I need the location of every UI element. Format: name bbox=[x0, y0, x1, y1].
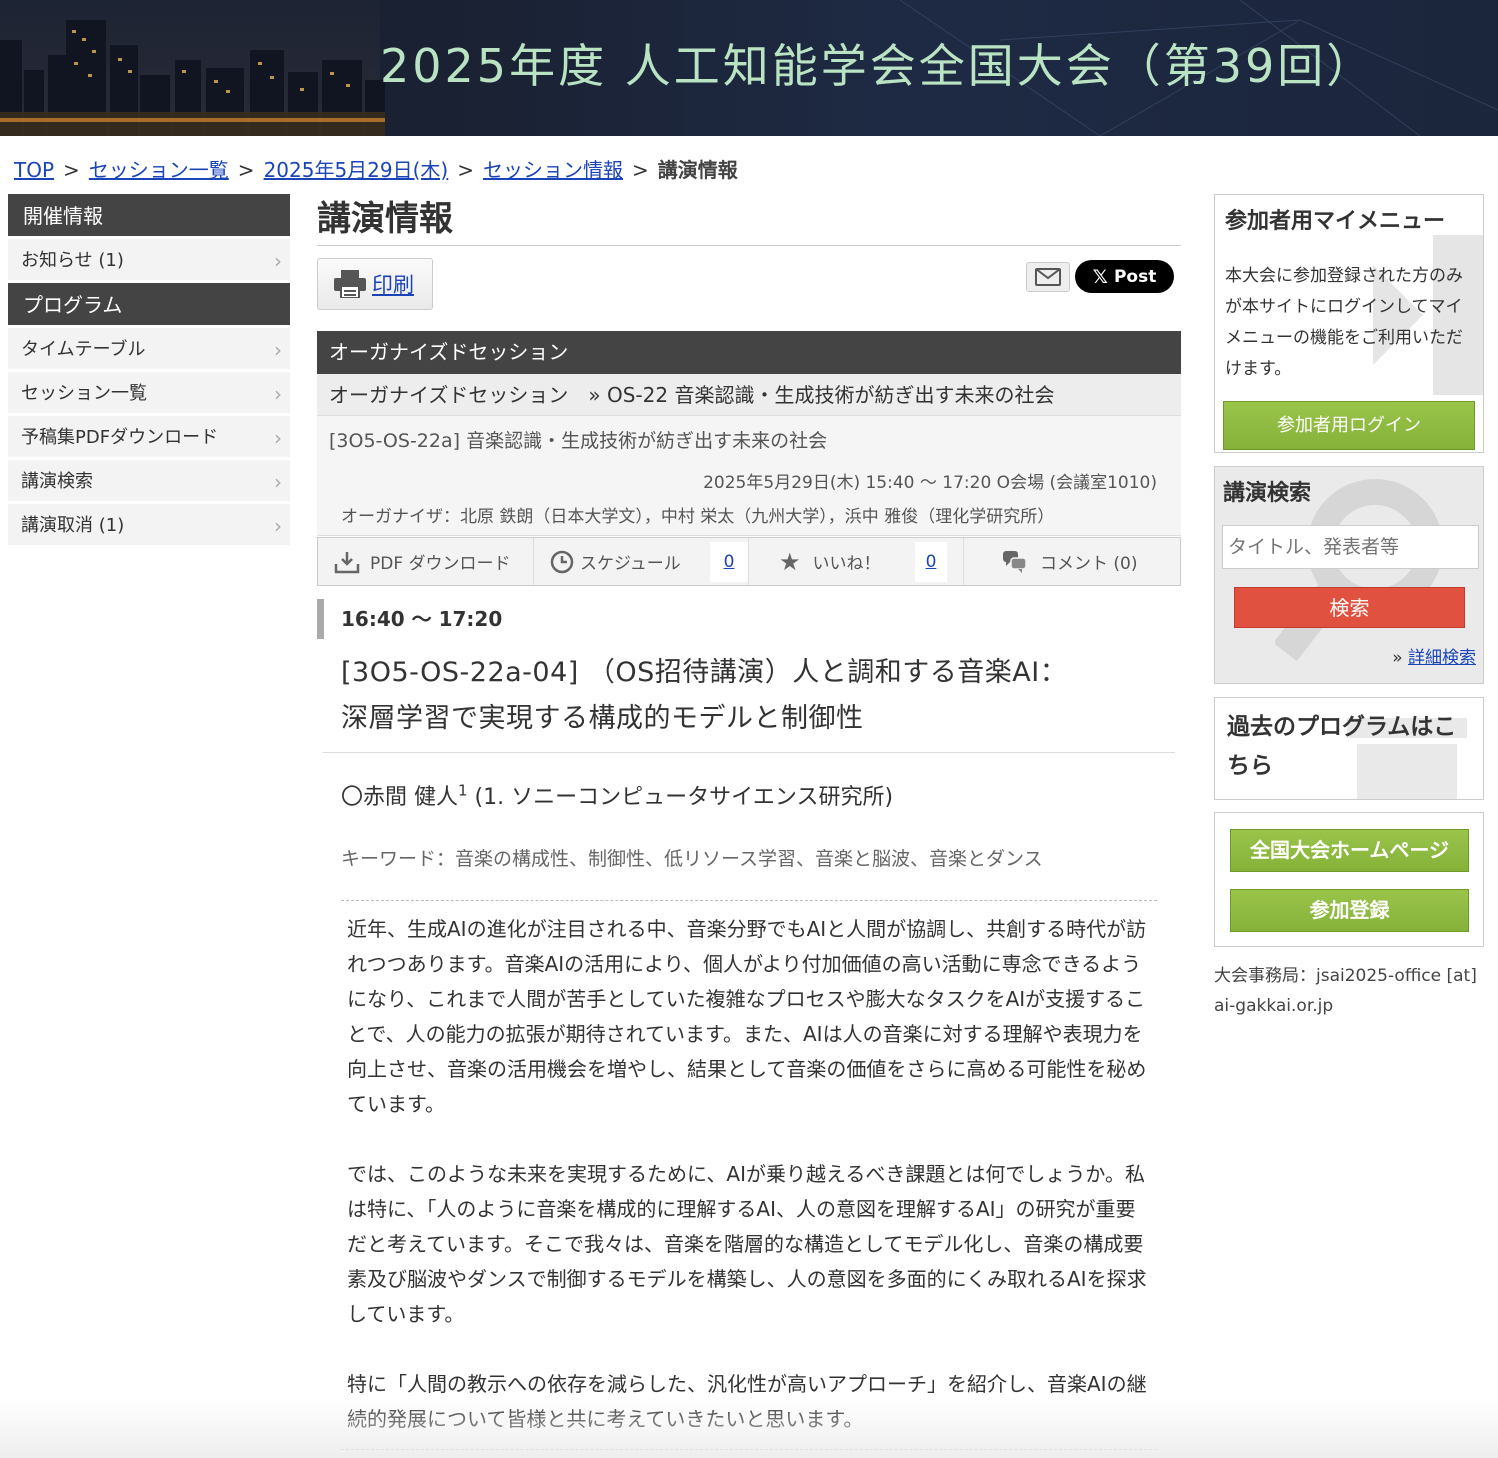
session-datetime: 2025年5月29日(木) 15:40 〜 17:20 O会場 (会議室1010… bbox=[703, 473, 1157, 493]
nav-item-label: セッション一覧 bbox=[21, 383, 147, 404]
like-button[interactable]: ★ いいね！ 0 bbox=[749, 538, 964, 585]
nav-item-label: 講演検索 bbox=[21, 471, 93, 492]
left-sidebar: 開催情報 お知らせ (1) › プログラム タイムテーブル › セッション一覧 › 予… bbox=[8, 194, 290, 548]
breadcrumb-sep: > bbox=[457, 158, 475, 182]
chevron-right-icon: › bbox=[274, 249, 282, 273]
schedule-label: スケジュール bbox=[580, 554, 681, 574]
like-count[interactable]: 0 bbox=[915, 542, 947, 582]
download-icon bbox=[334, 551, 360, 573]
chevron-right-icon: › bbox=[274, 470, 282, 494]
search-button[interactable]: 検索 bbox=[1234, 587, 1465, 628]
presentation-title-line1: [3O5-OS-22a-04] （OS招待講演）人と調和する音楽AI： bbox=[341, 657, 1068, 688]
author-name: 〇赤間 健人 bbox=[341, 785, 458, 810]
abstract-paragraph: 近年、生成AIの進化が注目される中、音楽分野でもAIと人間が協調し、共創する時代… bbox=[347, 917, 1147, 1116]
search-box: 講演検索 検索 » 詳細検索 bbox=[1214, 466, 1484, 684]
nav-item-label: 予稿集PDFダウンロード bbox=[21, 427, 219, 448]
site-banner: 2025年度 人工知能学会全国大会（第39回） bbox=[0, 0, 1498, 136]
pdf-download-button[interactable]: PDF ダウンロード bbox=[318, 538, 534, 585]
nav-item-pdf-download[interactable]: 予稿集PDFダウンロード › bbox=[8, 416, 290, 460]
search-input[interactable] bbox=[1222, 525, 1479, 569]
advanced-search: » 詳細検索 bbox=[1392, 643, 1476, 668]
office-contact: 大会事務局：jsai2025-office [at] ai-gakkai.or.… bbox=[1214, 966, 1477, 1016]
breadcrumb-session-list[interactable]: セッション一覧 bbox=[89, 158, 229, 182]
page-title: 講演情報 bbox=[317, 194, 1181, 246]
breadcrumb-session-info[interactable]: セッション情報 bbox=[483, 158, 623, 182]
nav-item-news[interactable]: お知らせ (1) › bbox=[8, 239, 290, 283]
abstract-paragraph: では、このような未来を実現するために、AIが乗り越えるべき課題とは何でしょうか。… bbox=[347, 1162, 1147, 1326]
breadcrumb-sep: > bbox=[63, 158, 80, 182]
nav-item-search[interactable]: 講演検索 › bbox=[8, 460, 290, 504]
presentation-title: [3O5-OS-22a-04] （OS招待講演）人と調和する音楽AI： 深層学習… bbox=[323, 650, 1175, 753]
session-organizers: オーガナイザ：北原 鉄朗（日本大学文），中村 栄太（九州大学），浜中 雅俊（理化… bbox=[341, 507, 1055, 527]
breadcrumb-current: 講演情報 bbox=[657, 158, 738, 182]
session-info: [3O5-OS-22a] 音楽認識・生成技術が紡ぎ出す未来の社会 2025年5月… bbox=[317, 416, 1181, 536]
action-bar: PDF ダウンロード スケジュール 0 ★ いいね！ 0 コメント (0) bbox=[317, 537, 1181, 586]
external-links-box: 全国大会ホームページ 参加登録 bbox=[1214, 812, 1484, 947]
nav-item-label: 講演取消 (1) bbox=[21, 515, 125, 536]
presentation-title-line2: 深層学習で実現する構成的モデルと制御性 bbox=[341, 703, 864, 734]
my-menu-box: 参加者用マイメニュー 本大会に参加登録された方のみが本サイトにログインしてマイメ… bbox=[1214, 194, 1484, 453]
chevron-right-icon: › bbox=[274, 382, 282, 406]
search-title: 講演検索 bbox=[1223, 481, 1312, 506]
chevron-right-icon: › bbox=[274, 426, 282, 450]
keywords: キーワード：音楽の構成性、制御性、低リソース学習、音楽と脳波、音楽とダンス bbox=[341, 848, 1043, 870]
conference-homepage-button[interactable]: 全国大会ホームページ bbox=[1230, 829, 1469, 872]
author-affiliation-number: 1 bbox=[458, 781, 468, 800]
divider bbox=[341, 900, 1157, 901]
schedule-count[interactable]: 0 bbox=[710, 542, 748, 582]
chevron-right-icon: › bbox=[274, 338, 282, 362]
my-menu-description: 本大会に参加登録された方のみが本サイトにログインしてマイメニューの機能をご利用い… bbox=[1225, 266, 1463, 379]
breadcrumb-top[interactable]: TOP bbox=[14, 158, 54, 182]
session-category: オーガナイズドセッション » OS-22 音楽認識・生成技術が紡ぎ出す未来の社会 bbox=[317, 374, 1181, 416]
breadcrumb-date[interactable]: 2025年5月29日(木) bbox=[264, 158, 449, 182]
main-content: 講演情報 印刷 オーガナイズドセッション オーガナイズドセッション » OS-2… bbox=[317, 194, 1181, 1450]
comment-icon bbox=[1003, 550, 1027, 573]
x-post-label: Post bbox=[1113, 266, 1157, 287]
author-affiliation: (1. ソニーコンピュータサイエンス研究所) bbox=[467, 785, 894, 810]
star-icon: ★ bbox=[779, 547, 801, 576]
x-logo-icon: 𝕏 bbox=[1092, 265, 1108, 288]
printer-icon bbox=[334, 270, 366, 298]
nav-item-timetable[interactable]: タイムテーブル › bbox=[8, 328, 290, 372]
nav-item-cancellations[interactable]: 講演取消 (1) › bbox=[8, 504, 290, 548]
past-programs-box[interactable]: 過去のプログラムはこちら bbox=[1214, 697, 1484, 800]
like-label: いいね！ bbox=[812, 554, 881, 574]
nav-item-label: タイムテーブル bbox=[21, 339, 146, 360]
presentation-time: 16:40 〜 17:20 bbox=[317, 599, 1181, 639]
pdf-download-label: PDF ダウンロード bbox=[370, 554, 511, 574]
print-label: 印刷 bbox=[372, 273, 414, 297]
breadcrumb-sep: > bbox=[632, 158, 649, 182]
chevron-right-icon: › bbox=[274, 514, 282, 538]
breadcrumb: TOP > セッション一覧 >2025年5月29日(木) > セッション情報 > 講演情報 bbox=[14, 154, 738, 183]
clock-icon bbox=[550, 550, 574, 573]
banner-title: 2025年度 人工知能学会全国大会（第39回） bbox=[380, 39, 1376, 93]
x-post-button[interactable]: 𝕏 Post bbox=[1075, 260, 1174, 293]
envelope-icon bbox=[1035, 268, 1061, 286]
session-code: [3O5-OS-22a] 音楽認識・生成技術が紡ぎ出す未来の社会 bbox=[329, 430, 828, 452]
page-bottom-fade bbox=[0, 1398, 1498, 1458]
email-share-button[interactable] bbox=[1026, 262, 1070, 292]
comment-label: コメント (0) bbox=[1040, 554, 1138, 574]
my-menu-title: 参加者用マイメニュー bbox=[1225, 209, 1446, 234]
nav-item-session-list[interactable]: セッション一覧 › bbox=[8, 372, 290, 416]
advanced-search-link[interactable]: 詳細検索 bbox=[1408, 648, 1476, 668]
nav-heading-program: プログラム bbox=[8, 283, 290, 328]
comment-button[interactable]: コメント (0) bbox=[964, 538, 1180, 585]
schedule-button[interactable]: スケジュール 0 bbox=[534, 538, 749, 585]
session-type-header: オーガナイズドセッション bbox=[317, 331, 1181, 374]
breadcrumb-sep: > bbox=[237, 158, 255, 182]
advanced-search-prefix: » bbox=[1392, 648, 1403, 668]
author-line: 〇赤間 健人1 (1. ソニーコンピュータサイエンス研究所) bbox=[341, 779, 893, 811]
nav-item-label: お知らせ (1) bbox=[21, 250, 124, 271]
nav-heading-event-info: 開催情報 bbox=[8, 194, 290, 239]
registration-button[interactable]: 参加登録 bbox=[1230, 889, 1469, 932]
abstract: 近年、生成AIの進化が注目される中、音楽分野でもAIと人間が協調し、共創する時代… bbox=[347, 912, 1153, 1458]
print-button[interactable]: 印刷 bbox=[317, 258, 433, 310]
participant-login-button[interactable]: 参加者用ログイン bbox=[1223, 401, 1475, 450]
past-programs-title: 過去のプログラムはこちら bbox=[1227, 714, 1457, 779]
